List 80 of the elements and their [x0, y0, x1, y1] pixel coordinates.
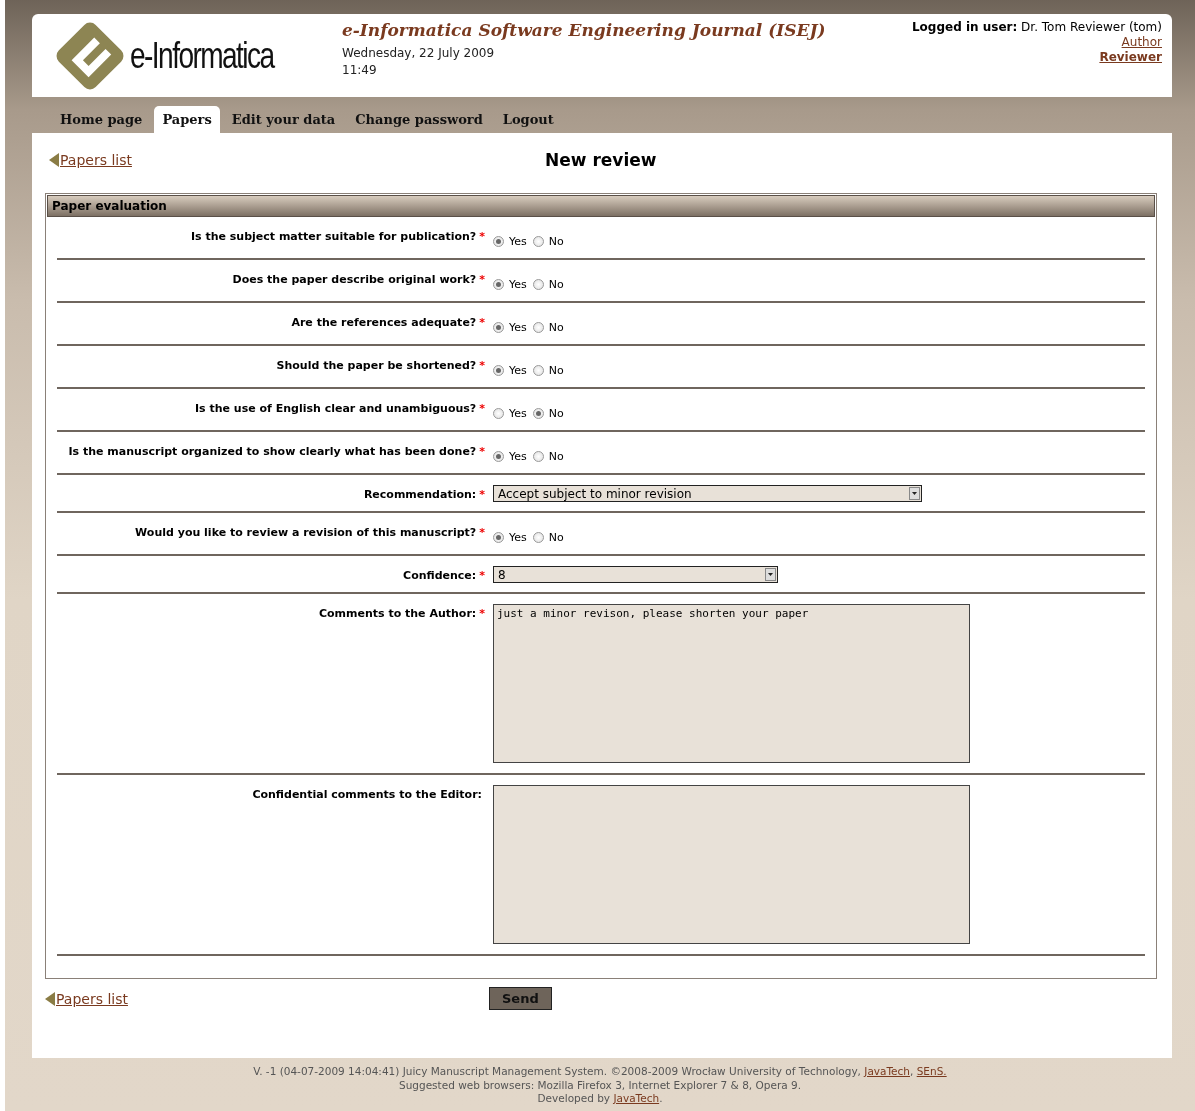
- required-mark: *: [479, 273, 485, 286]
- radio-label: Yes: [509, 406, 527, 420]
- required-mark: *: [479, 526, 485, 539]
- field-label: Would you like to review a revision of this manuscript?: [135, 526, 477, 539]
- footer-link[interactable]: SEnS.: [916, 1065, 947, 1077]
- required-mark: *: [479, 607, 485, 620]
- required-mark: *: [479, 488, 485, 501]
- journal-title: e-Informatica Software Engineering Journal (ISEJ): [342, 20, 827, 40]
- user-name: Dr. Tom Reviewer (tom): [1021, 20, 1162, 34]
- radio-button[interactable]: [532, 321, 544, 333]
- papers-list-link[interactable]: Papers list: [56, 990, 128, 1007]
- radio-button[interactable]: [493, 531, 504, 543]
- radio-label: Yes: [509, 277, 527, 291]
- text-area[interactable]: just a minor revison, please shorten your paper: [493, 604, 970, 763]
- role-link[interactable]: Reviewer: [1099, 50, 1162, 65]
- radio-button[interactable]: [532, 531, 544, 543]
- radio-button[interactable]: [532, 450, 544, 462]
- nav-tab[interactable]: Logout: [494, 106, 562, 133]
- radio-button[interactable]: [493, 450, 504, 462]
- caret-icon: [911, 492, 917, 495]
- field-label: Is the use of English clear and unambiguous?: [194, 402, 477, 415]
- section-header: Paper evaluation: [47, 195, 1155, 217]
- field-label: Recommendation:: [363, 488, 477, 501]
- user-label: Logged in user:: [911, 20, 1018, 34]
- field-label: Should the paper be shortened?: [276, 359, 477, 372]
- footer-text: Developed by: [537, 1092, 612, 1104]
- radio-button[interactable]: [493, 278, 504, 290]
- date-text: Wednesday, 22 July 2009: [342, 45, 496, 62]
- radio-label: No: [548, 363, 564, 377]
- field-label: Is the subject matter suitable for publication?: [190, 230, 477, 243]
- field-label: Does the paper describe original work?: [232, 273, 477, 286]
- time-text: 11:49: [342, 62, 378, 79]
- radio-label: No: [548, 277, 564, 291]
- radio-label: Yes: [509, 530, 527, 544]
- nav-tab[interactable]: Papers: [154, 106, 220, 133]
- radio-label: Yes: [509, 320, 527, 334]
- radio-button[interactable]: [532, 278, 544, 290]
- radio-button[interactable]: [493, 235, 504, 247]
- radio-label: No: [548, 320, 564, 334]
- required-mark: *: [479, 359, 485, 372]
- field-label: Confidence:: [403, 569, 477, 582]
- footer-text: .: [659, 1092, 663, 1104]
- field-label: Are the references adequate?: [291, 316, 477, 329]
- radio-label: No: [548, 449, 564, 463]
- field-label: Confidential comments to the Editor:: [252, 788, 482, 801]
- footer-text: Suggested web browsers: Mozilla Firefox 3, Internet Explorer 7 & 8, Opera 9.: [399, 1078, 801, 1091]
- radio-button[interactable]: [493, 321, 504, 333]
- radio-button[interactable]: [532, 235, 544, 247]
- radio-label: Yes: [509, 449, 527, 463]
- papers-list-link[interactable]: Papers list: [60, 152, 132, 168]
- required-mark: *: [479, 230, 485, 243]
- back-arrow-icon: [49, 153, 59, 167]
- footer-text: ,: [910, 1065, 915, 1077]
- footer-text: V. -1 (04-07-2009 14:04:41) Juicy Manuscript Management System. ©2008-2009 Wrocław University of Technology,: [253, 1065, 862, 1077]
- required-mark: *: [479, 402, 485, 415]
- radio-button[interactable]: [532, 407, 544, 419]
- nav-tab[interactable]: Edit your data: [223, 106, 344, 133]
- back-arrow-icon: [45, 991, 55, 1006]
- dropdown[interactable]: 8: [493, 566, 778, 583]
- radio-label: Yes: [509, 363, 527, 377]
- required-mark: *: [479, 445, 485, 458]
- field-label: Is the manuscript organized to show clearly what has been done?: [68, 445, 477, 458]
- radio-button[interactable]: [493, 407, 504, 419]
- field-label: Comments to the Author:: [318, 607, 477, 620]
- nav-tab[interactable]: Change password: [347, 106, 491, 133]
- required-mark: *: [479, 569, 485, 582]
- nav-tab[interactable]: Home page: [52, 106, 151, 133]
- radio-label: No: [548, 406, 564, 420]
- footer-link[interactable]: JavaTech: [864, 1065, 910, 1077]
- caret-icon: [768, 573, 773, 576]
- radio-button[interactable]: [532, 364, 544, 376]
- role-link[interactable]: Author: [1121, 35, 1162, 50]
- radio-label: No: [548, 530, 564, 544]
- radio-button[interactable]: [493, 364, 504, 376]
- radio-label: Yes: [509, 234, 527, 248]
- radio-label: No: [548, 234, 564, 248]
- page-title: New review: [545, 150, 657, 170]
- required-mark: *: [479, 316, 485, 329]
- dropdown[interactable]: Accept subject to minor revision: [493, 485, 922, 502]
- logo-text: e-Informatica: [130, 34, 274, 77]
